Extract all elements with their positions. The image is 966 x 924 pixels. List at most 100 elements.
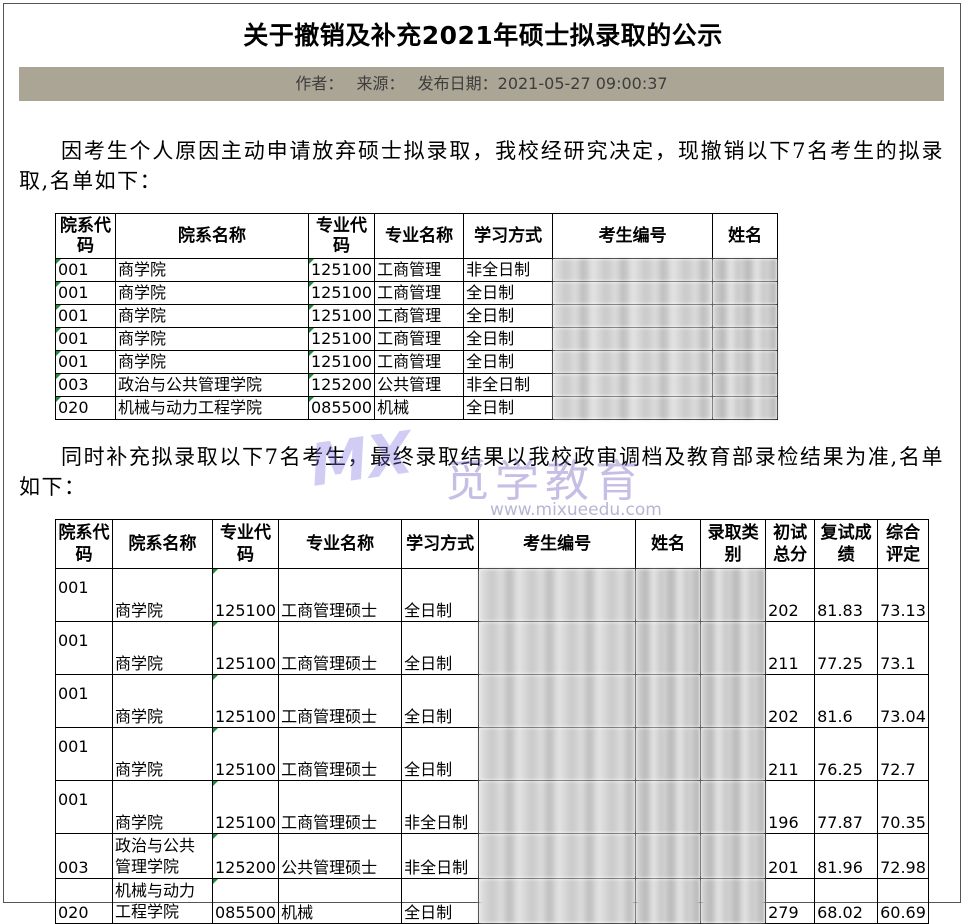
major-code-cell: 125100 (211, 621, 280, 675)
major-code-cell: 125100 (307, 258, 376, 282)
dept-name-cell: 机械与动力工程学院 (115, 396, 309, 420)
redacted-name-cell (635, 621, 702, 675)
table-row: 003 政治与公共管理学院 125200 公共管理硕士 非全日制 201 81.96 72.9… (55, 833, 930, 879)
redacted-name-cell (635, 780, 702, 834)
retest-score-cell: 77.87 (814, 780, 879, 834)
dept-code-cell: 001 (55, 327, 116, 351)
major-code-cell: 125100 (211, 674, 280, 728)
redacted-name-cell (635, 878, 702, 924)
study-mode-cell: 全日制 (401, 674, 480, 728)
major-name-cell: 工商管理硕士 (278, 780, 403, 834)
dept-name-cell: 商学院 (115, 258, 309, 282)
col-header: 复试成绩 (814, 519, 879, 569)
overall-score-cell: 73.13 (877, 568, 930, 622)
redacted-exam-id-cell (478, 727, 637, 781)
dept-code-cell: 001 (55, 281, 116, 305)
study-mode-cell: 全日制 (463, 327, 554, 351)
retest-score-cell: 68.02 (814, 878, 879, 924)
redacted-category-cell (700, 621, 767, 675)
col-header: 姓名 (635, 519, 702, 569)
table-header-row: 院系代码 院系名称 专业代码 专业名称 学习方式 考生编号 姓名 (55, 213, 779, 259)
study-mode-cell: 非全日制 (463, 373, 554, 397)
overall-score-cell: 72.7 (877, 727, 930, 781)
table-row: 001 商学院 125100 工商管理硕士 非全日制 196 77.87 70.35 (55, 780, 930, 834)
redacted-exam-id-cell (552, 350, 714, 374)
dept-code-cell: 001 (55, 621, 113, 675)
paragraph-revoke: 因考生个人原因主动申请放弃硕士拟录取，我校经研究决定，现撤销以下7名考生的拟录取… (19, 139, 944, 193)
dept-code-cell: 001 (55, 258, 116, 282)
col-header: 综合评定 (877, 519, 930, 569)
redacted-exam-id-cell (478, 674, 637, 728)
study-mode-cell: 全日制 (401, 621, 480, 675)
study-mode-cell: 全日制 (463, 350, 554, 374)
col-header: 专业代码 (307, 213, 376, 259)
redacted-exam-id-cell (552, 281, 714, 305)
initial-score-cell: 202 (765, 568, 816, 622)
dept-name-cell: 政治与公共管理学院 (115, 373, 309, 397)
table-header-row: 院系代码 院系名称 专业代码 专业名称 学习方式 考生编号 姓名 录取类别 初试… (55, 519, 930, 569)
dept-name-cell: 商学院 (115, 350, 309, 374)
redacted-category-cell (700, 833, 767, 879)
major-name-cell: 机械 (374, 396, 465, 420)
redacted-exam-id-cell (478, 780, 637, 834)
redacted-name-cell (712, 304, 779, 328)
col-header: 院系名称 (112, 519, 213, 569)
table-row: 020 机械与动力工程学院 085500 机械 全日制 (55, 396, 779, 420)
initial-score-cell: 211 (765, 727, 816, 781)
meta-date: 发布日期：2021-05-27 09:00:37 (417, 74, 668, 93)
overall-score-cell: 70.35 (877, 780, 930, 834)
col-header: 考生编号 (478, 519, 637, 569)
overall-score-cell: 72.98 (877, 833, 930, 879)
major-code-cell: 085500 (307, 396, 376, 420)
dept-code-cell: 001 (55, 304, 116, 328)
major-code-cell: 125100 (211, 727, 280, 781)
table-row: 001 商学院 125100 工商管理硕士 全日制 211 77.25 73.1 (55, 621, 930, 675)
revoke-table: 院系代码 院系名称 专业代码 专业名称 学习方式 考生编号 姓名 001 商学院 1… (55, 213, 779, 420)
redacted-name-cell (712, 258, 779, 282)
dept-code-cell: 001 (55, 568, 113, 622)
major-name-cell: 工商管理硕士 (278, 568, 403, 622)
col-header: 院系代码 (55, 519, 113, 569)
redacted-exam-id-cell (552, 258, 714, 282)
major-name-cell: 工商管理硕士 (278, 674, 403, 728)
redacted-name-cell (712, 396, 779, 420)
redacted-exam-id-cell (478, 878, 637, 924)
redacted-name-cell (712, 281, 779, 305)
supplement-table: 院系代码 院系名称 专业代码 专业名称 学习方式 考生编号 姓名 录取类别 初试… (55, 519, 930, 924)
table-row: 001 商学院 125100 工商管理硕士 全日制 202 81.6 73.04 (55, 674, 930, 728)
meta-bar: 作者： 来源： 发布日期：2021-05-27 09:00:37 (19, 67, 944, 101)
study-mode-cell: 全日制 (463, 281, 554, 305)
study-mode-cell: 非全日制 (463, 258, 554, 282)
major-name-cell: 工商管理硕士 (278, 621, 403, 675)
dept-code-cell: 020 (55, 878, 113, 924)
dept-name-cell: 商学院 (112, 780, 213, 834)
redacted-exam-id-cell (478, 621, 637, 675)
col-header: 姓名 (712, 213, 779, 259)
major-name-cell: 公共管理 (374, 373, 465, 397)
dept-code-cell: 001 (55, 674, 113, 728)
table-row: 001 商学院 125100 工商管理 非全日制 (55, 258, 779, 282)
study-mode-cell: 全日制 (401, 878, 480, 924)
col-header: 学习方式 (463, 213, 554, 259)
redacted-name-cell (635, 727, 702, 781)
overall-score-cell: 73.04 (877, 674, 930, 728)
dept-code-cell: 001 (55, 350, 116, 374)
col-header: 院系名称 (115, 213, 309, 259)
study-mode-cell: 非全日制 (401, 833, 480, 879)
dept-name-cell: 商学院 (112, 621, 213, 675)
table-row: 001 商学院 125100 工商管理 全日制 (55, 350, 779, 374)
dept-code-cell: 003 (55, 833, 113, 879)
meta-source: 来源： (356, 74, 405, 93)
dept-name-cell: 商学院 (115, 327, 309, 351)
initial-score-cell: 211 (765, 621, 816, 675)
major-name-cell: 工商管理 (374, 258, 465, 282)
col-header: 考生编号 (552, 213, 714, 259)
major-name-cell: 工商管理 (374, 304, 465, 328)
dept-code-cell: 001 (55, 780, 113, 834)
major-name-cell: 机械 (278, 878, 403, 924)
col-header: 初试总分 (765, 519, 816, 569)
redacted-name-cell (635, 674, 702, 728)
major-name-cell: 工商管理 (374, 327, 465, 351)
overall-score-cell: 73.1 (877, 621, 930, 675)
dept-name-cell: 商学院 (112, 568, 213, 622)
